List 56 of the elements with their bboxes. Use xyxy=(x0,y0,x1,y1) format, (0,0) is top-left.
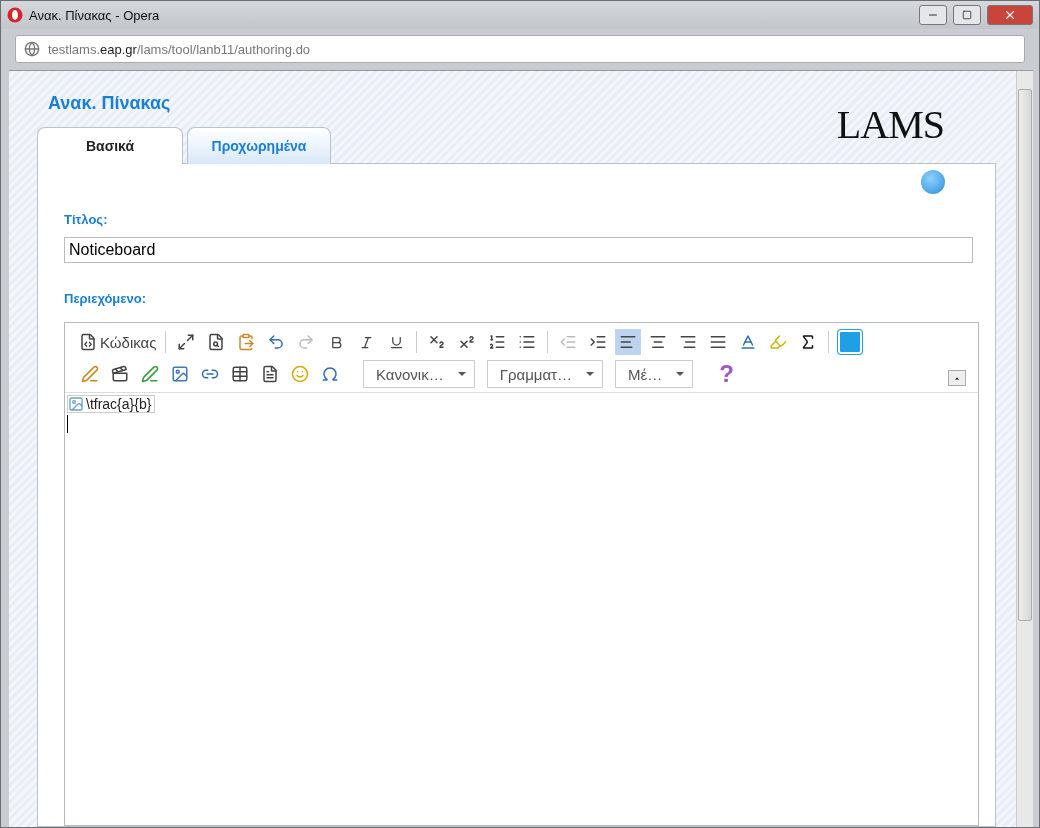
align-icon xyxy=(679,333,698,351)
omega-icon xyxy=(321,365,339,383)
maximize-icon xyxy=(962,10,972,20)
clipboard-icon xyxy=(237,333,256,351)
preview-icon xyxy=(207,333,226,351)
caret-up-icon xyxy=(955,375,959,381)
text-cursor xyxy=(67,415,68,433)
outdent-icon xyxy=(559,333,578,351)
globe-icon xyxy=(24,41,40,57)
indent-icon xyxy=(589,333,608,351)
field-label: Τίτλος: xyxy=(64,212,109,227)
logo: LAMS xyxy=(836,105,944,145)
align-icon xyxy=(649,333,668,351)
maximize-button[interactable] xyxy=(953,5,981,25)
format-dropdown[interactable]: Γραμματ… xyxy=(486,360,604,388)
close-button[interactable] xyxy=(987,5,1033,25)
opera-logo-icon xyxy=(7,7,23,23)
title-field[interactable]: Noticeboard xyxy=(64,237,973,263)
code-file-icon xyxy=(79,333,97,351)
address-bar[interactable]: testlams.eap.gr/lams/tool/lanb11/authoring.do xyxy=(15,35,1025,63)
url-text: testlams.eap.gr/lams/tool/lanb11/authoring.do xyxy=(48,41,311,57)
underline-icon xyxy=(388,334,404,350)
redo-icon xyxy=(297,333,316,351)
tab[interactable]: Προχωρημένα xyxy=(187,127,331,164)
table-icon xyxy=(231,365,249,383)
broken-image: \tfrac{a}{b} xyxy=(67,395,156,413)
text-lines-icon xyxy=(261,365,279,383)
minimize-button[interactable] xyxy=(919,5,947,25)
format-dropdown[interactable]: Μέ… xyxy=(615,360,694,388)
broken-image-icon xyxy=(68,396,84,412)
expand-icon xyxy=(177,333,196,351)
text-color-icon xyxy=(739,333,758,351)
subscript-icon xyxy=(428,333,447,351)
page-title: Ανακ. Πίνακας xyxy=(48,93,171,114)
help-icon[interactable]: ? xyxy=(719,360,734,388)
format-dropdown[interactable]: Κανονικ… xyxy=(363,360,475,388)
align-left-button[interactable] xyxy=(615,329,642,355)
pen-icon xyxy=(141,365,159,383)
close-icon xyxy=(1003,8,1017,22)
image-icon xyxy=(171,365,189,383)
field-label: Περιεχόμενο: xyxy=(64,291,147,306)
align-icon xyxy=(709,333,728,351)
source-button[interactable]: Κώδικας xyxy=(77,329,159,355)
pencil-icon xyxy=(81,365,99,383)
tab[interactable]: Βασικά xyxy=(37,127,183,164)
align-icon xyxy=(619,333,638,351)
bullet-list-icon xyxy=(518,333,537,351)
clapperboard-icon xyxy=(111,365,129,383)
window-title: Ανακ. Πίνακας - Opera xyxy=(29,7,161,23)
undo-icon xyxy=(267,333,286,351)
highlighter-icon xyxy=(769,333,788,351)
superscript-icon xyxy=(458,333,477,351)
italic-icon xyxy=(358,334,374,350)
scrollbar[interactable] xyxy=(1016,71,1033,827)
smiley-icon xyxy=(291,365,309,383)
numbered-list-icon xyxy=(488,333,507,351)
